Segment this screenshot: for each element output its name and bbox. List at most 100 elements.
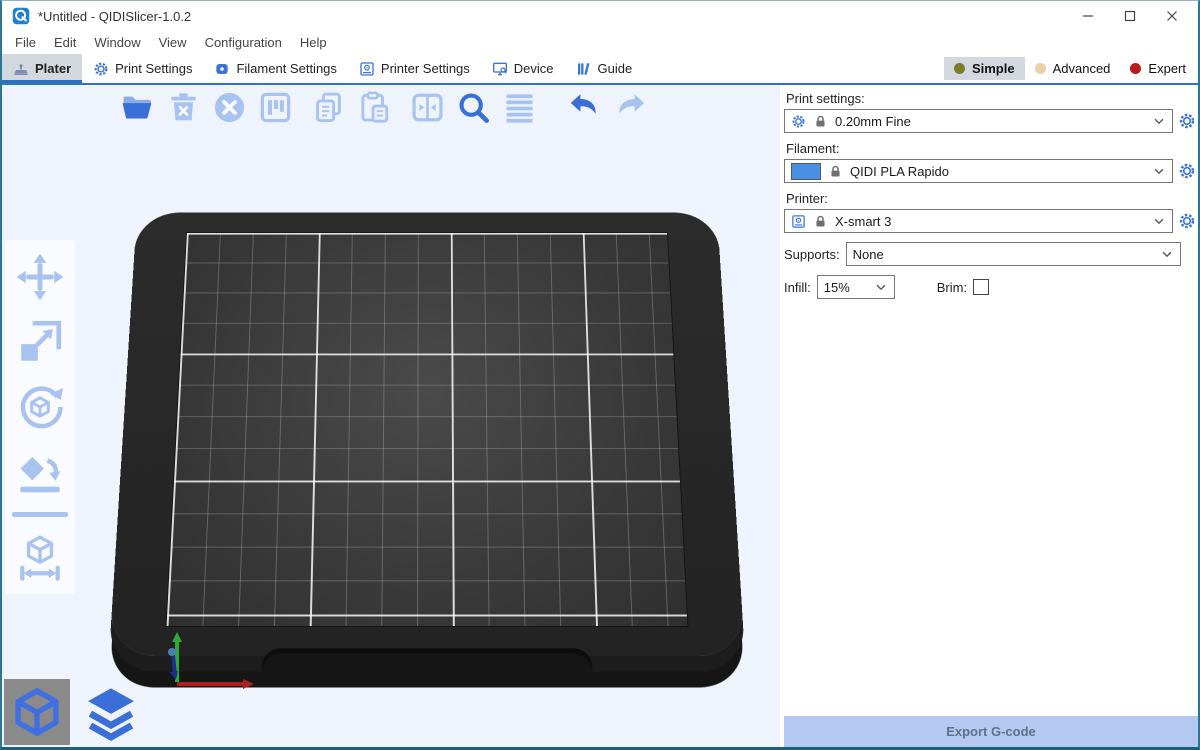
lock-icon [813,214,828,229]
menu-edit[interactable]: Edit [45,35,85,50]
tab-plater-label: Plater [35,61,71,76]
filament-value: QIDI PLA Rapido [850,164,949,179]
gear-icon [1178,162,1196,180]
tab-print-settings[interactable]: Print Settings [82,54,203,83]
mode-simple[interactable]: Simple [944,57,1025,80]
export-gcode-button[interactable]: Export G-code [784,716,1198,747]
printer-icon [791,214,806,229]
mode-advanced[interactable]: Advanced [1025,57,1121,80]
guide-icon [576,61,592,77]
undo-button[interactable] [567,90,602,125]
preview-layers-view-button[interactable] [78,679,144,745]
copy-button[interactable] [311,90,346,125]
arrange-button[interactable] [258,90,293,125]
supports-combo[interactable]: None [846,242,1181,266]
gizmo-toolbar [5,240,75,594]
mode-expert[interactable]: Expert [1120,57,1196,80]
view-switcher [4,679,144,745]
tab-printer-settings[interactable]: Printer Settings [348,54,481,83]
printer-gear-button[interactable] [1178,212,1196,230]
scale-icon [15,317,65,367]
menu-help[interactable]: Help [291,35,336,50]
open-folder-button[interactable] [120,90,155,125]
3d-viewport[interactable] [2,85,780,747]
filament-label: Filament: [786,141,1194,156]
minimize-icon[interactable] [1082,10,1094,22]
menu-configuration[interactable]: Configuration [196,35,291,50]
tab-bar: Plater Print Settings Filament Settings … [2,54,1198,85]
menu-view[interactable]: View [150,35,196,50]
infill-combo[interactable]: 15% [817,275,895,299]
print-settings-combo[interactable]: 0.20mm Fine [784,109,1173,133]
tab-guide-label: Guide [598,61,633,76]
brim-checkbox[interactable] [973,279,989,295]
filament-gear-button[interactable] [1178,162,1196,180]
chevron-down-icon [1152,114,1166,128]
plater-toolbar [120,90,659,125]
place-on-face-button[interactable] [15,447,65,497]
undo-icon [567,90,602,125]
printer-icon [359,61,375,77]
tab-plater[interactable]: Plater [2,54,82,83]
tab-filament-settings[interactable]: Filament Settings [203,54,347,83]
filament-combo[interactable]: QIDI PLA Rapido [784,159,1173,183]
delete-all-icon [212,90,247,125]
mode-simple-label: Simple [972,61,1015,76]
redo-button[interactable] [613,90,648,125]
device-icon [492,61,508,77]
menu-file[interactable]: File [6,35,45,50]
rotate-button[interactable] [15,382,65,432]
print-bed-body [109,213,745,656]
arrange-icon [258,90,293,125]
print-bed-handle [261,648,593,685]
variable-layer-height-button[interactable] [502,90,537,125]
variable-layer-height-icon [502,90,537,125]
brim-label: Brim: [937,280,967,295]
split-button[interactable] [410,90,445,125]
search-button[interactable] [456,90,491,125]
gear-icon [1178,112,1196,130]
3d-editor-view-icon [10,685,64,739]
delete-all-button[interactable] [212,90,247,125]
preview-layers-view-icon [82,683,140,741]
gizmo-toolbar-separator [12,512,68,517]
3d-editor-view-button[interactable] [4,679,70,745]
plater-icon [13,61,29,77]
supports-label: Supports: [784,247,840,262]
gear-icon [791,114,806,129]
infill-value: 15% [824,280,850,295]
app-window: *Untitled - QIDISlicer-1.0.2 File Edit W… [0,0,1200,750]
paste-button[interactable] [357,90,392,125]
menu-window[interactable]: Window [85,35,149,50]
simple-mode-dot-icon [954,63,965,74]
place-on-face-icon [15,447,65,497]
chevron-down-icon [1160,247,1174,261]
tab-filament-settings-label: Filament Settings [236,61,336,76]
print-bed-grid [166,232,689,627]
tab-printer-settings-label: Printer Settings [381,61,470,76]
tab-guide[interactable]: Guide [565,54,644,83]
window-title: *Untitled - QIDISlicer-1.0.2 [38,9,191,24]
chevron-down-icon [1152,164,1166,178]
maximize-icon[interactable] [1124,10,1136,22]
scale-button[interactable] [15,317,65,367]
filament-icon [214,61,230,77]
gear-icon [1178,212,1196,230]
filament-color-swatch [791,163,821,180]
tab-device-label: Device [514,61,554,76]
tab-print-settings-label: Print Settings [115,61,192,76]
move-button[interactable] [15,252,65,302]
measure-icon [15,532,65,582]
tab-device[interactable]: Device [481,54,565,83]
infill-label: Infill: [784,280,811,295]
gear-icon [93,61,109,77]
close-icon[interactable] [1166,10,1178,22]
expert-mode-dot-icon [1130,63,1141,74]
measure-button[interactable] [15,532,65,582]
delete-button[interactable] [166,90,201,125]
chevron-down-icon [874,280,888,294]
advanced-mode-dot-icon [1035,63,1046,74]
rotate-icon [15,382,65,432]
print-settings-gear-button[interactable] [1178,112,1196,130]
printer-combo[interactable]: X-smart 3 [784,209,1173,233]
